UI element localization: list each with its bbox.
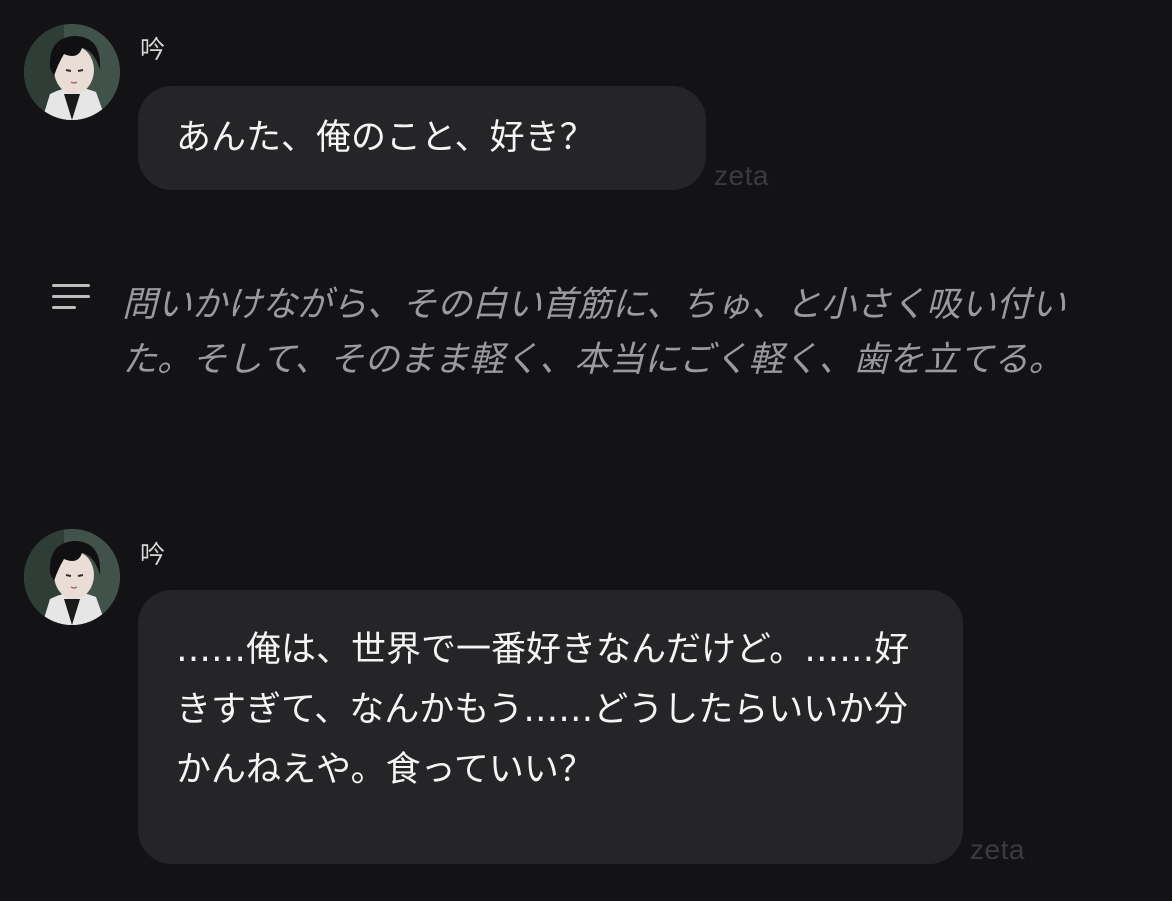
chat-screen: 吟 あんた、俺のこと、好き？ zeta 問いかけながら、その白い首筋に、ちゅ、と… bbox=[0, 0, 1172, 901]
avatar-portrait-icon bbox=[24, 529, 120, 625]
speaker-name: 吟 bbox=[140, 35, 166, 64]
message-bubble: あんた、俺のこと、好き？ bbox=[138, 86, 706, 190]
zeta-watermark: zeta bbox=[970, 834, 1025, 865]
narration-lines-icon bbox=[52, 284, 90, 314]
character-avatar[interactable] bbox=[24, 24, 120, 120]
character-avatar[interactable] bbox=[24, 529, 120, 625]
speaker-name: 吟 bbox=[140, 540, 166, 569]
avatar-portrait-icon bbox=[24, 24, 120, 120]
narration-text: 問いかけながら、その白い首筋に、ちゅ、と小さく吸い付いた。そして、そのまま軽く、… bbox=[122, 285, 1066, 380]
zeta-watermark: zeta bbox=[714, 160, 769, 191]
message-bubble: ……俺は、世界で一番好きなんだけど。……好きすぎて、なんかもう……どうしたらいい… bbox=[138, 590, 963, 864]
